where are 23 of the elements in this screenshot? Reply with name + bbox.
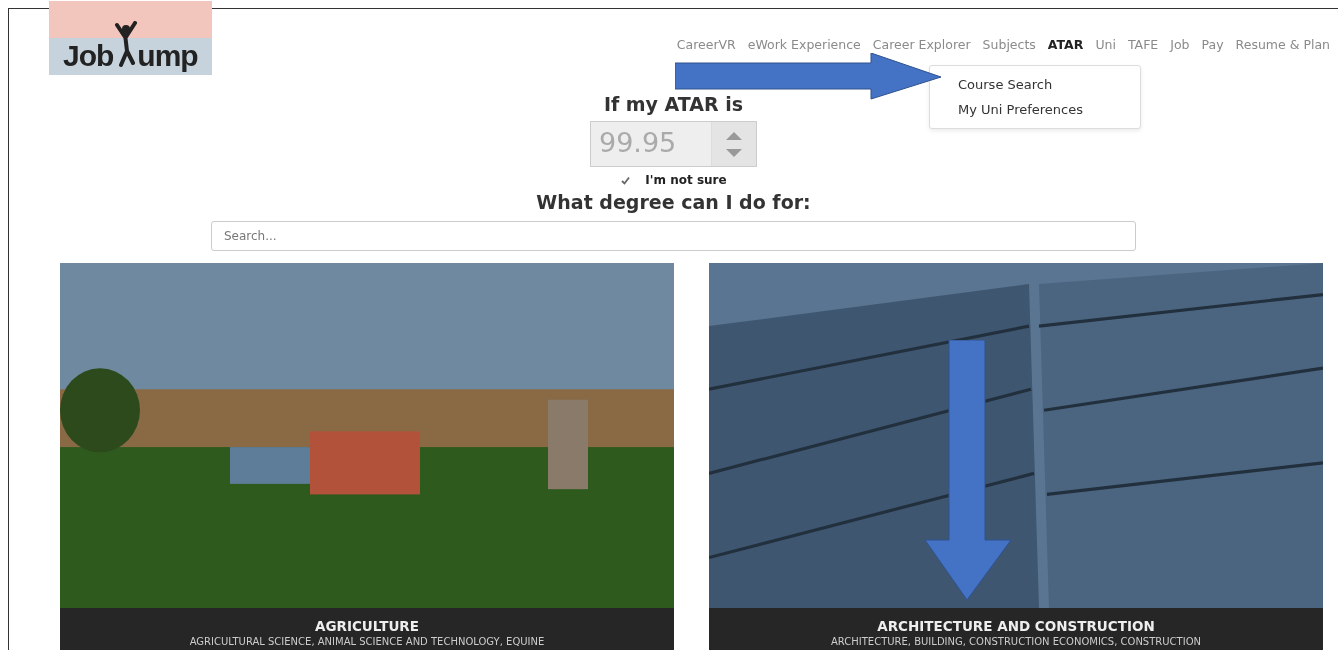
nav-link[interactable]: ATAR [1047, 37, 1084, 52]
nav-link[interactable]: CareerVR [676, 37, 736, 52]
nav-link[interactable]: TAFE [1127, 37, 1159, 52]
menu-item[interactable]: My Uni Preferences [930, 97, 1140, 122]
degree-heading: What degree can I do for: [536, 191, 811, 213]
nav-link[interactable]: Pay [1201, 37, 1224, 52]
card-caption[interactable]: ARCHITECTURE AND CONSTRUCTION ARCHITECTURE, BUILDING, CONSTRUCTION ECONOMICS, CONSTRUCTION [709, 608, 1323, 650]
card-caption[interactable]: AGRICULTURE AGRICULTURAL SCIENCE, ANIMAL SCIENCE AND TECHNOLOGY, EQUINE [60, 608, 674, 650]
card-subtitle: ARCHITECTURE, BUILDING, CONSTRUCTION ECONOMICS, CONSTRUCTION [830, 636, 1202, 647]
nav-link[interactable]: Subjects [982, 37, 1036, 52]
nav-link[interactable]: Career Explorer [872, 37, 971, 52]
card-title: ARCHITECTURE AND CONSTRUCTION [876, 618, 1156, 634]
card-subtitle: AGRICULTURAL SCIENCE, ANIMAL SCIENCE AND TECHNOLOGY, EQUINE [188, 636, 546, 647]
nav-link[interactable]: Resume & Plan [1235, 37, 1330, 52]
atar-heading: If my ATAR is [603, 93, 744, 115]
logo[interactable]: Job ump [49, 1, 212, 75]
card-title: AGRICULTURE [314, 618, 420, 634]
nav-link[interactable]: eWork Experience [747, 37, 861, 52]
nav-link[interactable]: Uni [1095, 37, 1116, 52]
search-field[interactable]: Search... [211, 221, 1136, 251]
checkbox-label: I'm not sure [645, 173, 727, 187]
menu-item[interactable]: Course Search [930, 72, 1140, 97]
nav-link[interactable]: Job [1170, 37, 1190, 52]
